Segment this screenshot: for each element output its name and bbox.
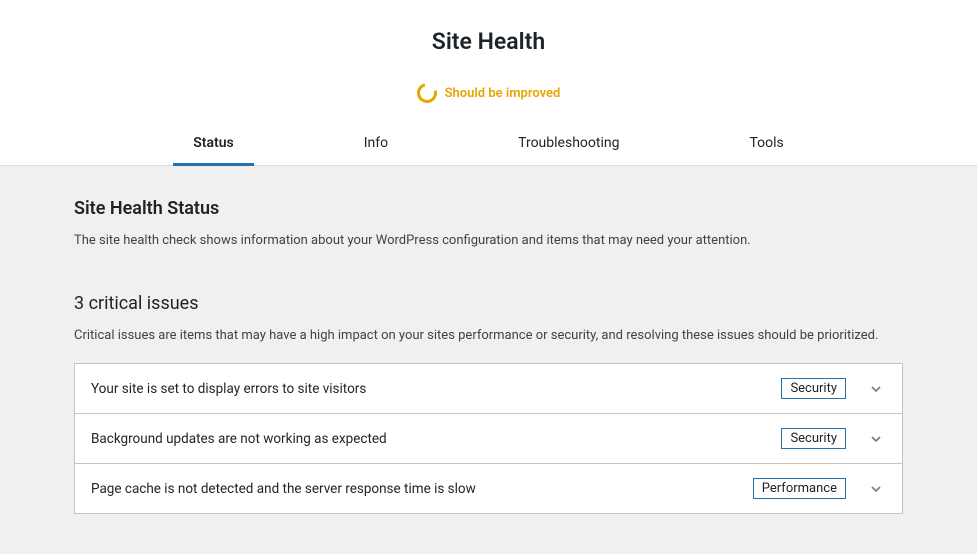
issue-title: Your site is set to display errors to si… xyxy=(91,381,366,397)
tab-troubleshooting[interactable]: Troubleshooting xyxy=(498,125,639,166)
issue-title: Background updates are not working as ex… xyxy=(91,431,387,447)
issue-row[interactable]: Your site is set to display errors to si… xyxy=(74,363,903,414)
issue-row[interactable]: Background updates are not working as ex… xyxy=(74,413,903,464)
chevron-down-icon xyxy=(866,379,886,399)
tabs: Status Info Troubleshooting Tools xyxy=(0,125,977,166)
issue-row-right: Security xyxy=(781,428,886,449)
content-region: Site Health Status The site health check… xyxy=(0,166,977,554)
tab-label: Troubleshooting xyxy=(518,135,619,151)
tab-label: Info xyxy=(364,135,388,151)
issue-badge: Security xyxy=(781,428,846,449)
critical-issues-description: Critical issues are items that may have … xyxy=(74,326,903,346)
critical-issues-list: Your site is set to display errors to si… xyxy=(74,363,903,514)
spinner-icon xyxy=(413,79,440,106)
issue-row[interactable]: Page cache is not detected and the serve… xyxy=(74,463,903,514)
issue-title: Page cache is not detected and the serve… xyxy=(91,481,476,497)
issue-row-right: Performance xyxy=(753,478,886,499)
tab-status[interactable]: Status xyxy=(173,125,253,166)
status-heading: Site Health Status xyxy=(74,198,903,219)
health-indicator-text: Should be improved xyxy=(445,86,561,101)
chevron-down-icon xyxy=(866,479,886,499)
critical-issues-heading: 3 critical issues xyxy=(74,293,903,314)
header-region: Site Health Should be improved Status In… xyxy=(0,0,977,166)
tab-label: Status xyxy=(193,135,233,151)
issue-row-right: Security xyxy=(781,378,886,399)
health-indicator: Should be improved xyxy=(0,83,977,103)
tab-info[interactable]: Info xyxy=(344,125,408,166)
issue-badge: Performance xyxy=(753,478,846,499)
chevron-down-icon xyxy=(866,429,886,449)
issue-badge: Security xyxy=(781,378,846,399)
tab-label: Tools xyxy=(749,135,783,151)
page-title: Site Health xyxy=(0,28,977,55)
status-description: The site health check shows information … xyxy=(74,231,903,251)
tab-tools[interactable]: Tools xyxy=(729,125,803,166)
